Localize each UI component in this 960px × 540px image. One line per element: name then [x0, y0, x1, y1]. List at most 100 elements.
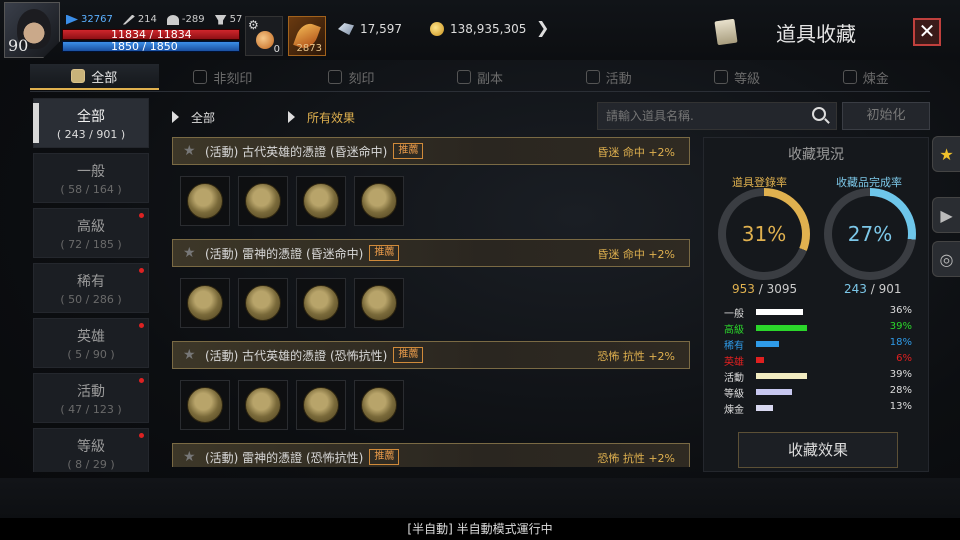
- list-item: ★ (活動) 古代英雄的憑證 (恐怖抗性) 推薦 恐怖 抗性 +2%: [172, 341, 692, 443]
- sidebar-item-label: 高級: [77, 219, 105, 235]
- tab-dungeon[interactable]: 副本: [416, 64, 545, 90]
- item-slot[interactable]: [296, 278, 346, 328]
- entry-header[interactable]: ★ (活動) 古代英雄的憑證 (恐怖抗性) 推薦 恐怖 抗性 +2%: [172, 341, 690, 369]
- sidebar-item-level[interactable]: 等級 ( 8 / 29 ): [33, 428, 149, 472]
- sidebar-item-hero[interactable]: 英雄 ( 5 / 90 ): [33, 318, 149, 368]
- reset-button[interactable]: 初始化: [842, 102, 930, 130]
- entry-effect: 昏迷 命中 +2%: [597, 146, 675, 159]
- tab-label: 活動: [605, 71, 632, 87]
- entry-header[interactable]: ★ (活動) 雷神的憑證 (昏迷命中) 推薦 昏迷 命中 +2%: [172, 239, 690, 267]
- chevron-right-icon[interactable]: ❯: [536, 18, 549, 37]
- stat-power-value: 32767: [81, 14, 113, 25]
- sidebar-item-all[interactable]: 全部 ( 243 / 901 ): [33, 98, 149, 148]
- collection-effect-button[interactable]: 收藏效果: [738, 432, 898, 468]
- book-icon: [714, 18, 738, 46]
- medal-icon: [303, 285, 339, 321]
- tab-label: 副本: [477, 71, 504, 87]
- completion-percent: 27%: [847, 222, 893, 246]
- completion-total: / 901: [866, 282, 902, 296]
- entry-header[interactable]: ★ (活動) 雷神的憑證 (恐怖抗性) 推薦 恐怖 抗性 +2%: [172, 443, 690, 467]
- tab-alchemy[interactable]: 煉金: [801, 64, 930, 90]
- power-icon: [66, 14, 78, 25]
- collection-list[interactable]: ★ (活動) 古代英雄的憑證 (昏迷命中) 推薦 昏迷 命中 +2% ★ (活動) 雷神…: [172, 137, 692, 467]
- tab-label: 煉金: [862, 71, 889, 87]
- feather-slot[interactable]: 2873: [288, 16, 326, 56]
- search-icon[interactable]: [812, 107, 826, 121]
- item-slots: [172, 165, 692, 239]
- grade-row: 活動 39%: [724, 368, 920, 384]
- panel-title: 收藏現況: [788, 147, 844, 163]
- potion-icon: [256, 31, 274, 49]
- search-input[interactable]: [597, 102, 837, 130]
- sidebar: 全部 ( 243 / 901 ) 一般 ( 58 / 164 ) 高級 ( 72 / …: [33, 98, 151, 472]
- sidebar-item-advanced[interactable]: 高級 ( 72 / 185 ): [33, 208, 149, 258]
- tab-level[interactable]: 等級: [673, 64, 802, 90]
- gear-icon[interactable]: ⚙: [248, 18, 259, 32]
- player-stats: 32767 214 -289 57: [66, 14, 242, 25]
- play-button[interactable]: ▶: [932, 197, 960, 233]
- list-item: ★ (活動) 雷神的憑證 (恐怖抗性) 推薦 恐怖 抗性 +2%: [172, 443, 692, 467]
- category-filter[interactable]: 全部: [172, 106, 215, 128]
- swirl-button[interactable]: ◎: [932, 241, 960, 277]
- item-slot[interactable]: [238, 176, 288, 226]
- potion-count: 0: [273, 44, 280, 55]
- grade-bar: [756, 405, 773, 411]
- feather-count: 2873: [296, 43, 322, 54]
- star-icon[interactable]: ★: [183, 348, 197, 362]
- sidebar-item-label: 稀有: [77, 274, 105, 290]
- tab-label: 非刻印: [213, 71, 253, 87]
- trophy-icon: [214, 14, 227, 25]
- level-icon: [714, 70, 729, 84]
- sidebar-item-rare[interactable]: 稀有 ( 50 / 286 ): [33, 263, 149, 313]
- star-icon[interactable]: ★: [183, 450, 197, 464]
- close-button[interactable]: ✕: [913, 18, 941, 46]
- notification-dot: [139, 268, 144, 273]
- medal-icon: [187, 285, 223, 321]
- star-icon[interactable]: ★: [183, 246, 197, 260]
- tab-engrave[interactable]: 刻印: [287, 64, 416, 90]
- entry-header[interactable]: ★ (活動) 古代英雄的憑證 (昏迷命中) 推薦 昏迷 命中 +2%: [172, 137, 690, 165]
- item-slot[interactable]: [354, 380, 404, 430]
- item-slot[interactable]: [296, 176, 346, 226]
- sidebar-item-count: ( 50 / 286 ): [60, 293, 122, 306]
- sidebar-item-count: ( 5 / 90 ): [67, 348, 115, 361]
- grade-percent: 36%: [889, 305, 912, 316]
- grade-percent: 28%: [889, 385, 912, 396]
- tab-non-engrave[interactable]: 非刻印: [159, 64, 288, 90]
- recommend-badge: 推薦: [369, 449, 400, 465]
- tab-all[interactable]: 全部: [30, 64, 159, 90]
- star-icon[interactable]: ★: [183, 144, 197, 158]
- sidebar-item-label: 全部: [77, 109, 105, 125]
- grade-percent: 13%: [889, 401, 912, 412]
- grade-row: 煉金 13%: [724, 400, 920, 416]
- grade-label: 英雄: [724, 357, 744, 368]
- registration-total: / 3095: [754, 282, 798, 296]
- entry-name: (活動) 雷神的憑證 (昏迷命中): [205, 246, 364, 261]
- item-slot[interactable]: [180, 380, 230, 430]
- grade-row: 等級 28%: [724, 384, 920, 400]
- item-slot[interactable]: [354, 278, 404, 328]
- sidebar-item-event[interactable]: 活動 ( 47 / 123 ): [33, 373, 149, 423]
- helmet-icon: [166, 14, 179, 25]
- sidebar-item-normal[interactable]: 一般 ( 58 / 164 ): [33, 153, 149, 203]
- grade-label: 活動: [724, 373, 744, 384]
- effect-filter[interactable]: 所有效果: [288, 106, 355, 128]
- grade-percent: 18%: [889, 337, 912, 348]
- item-slot[interactable]: [238, 278, 288, 328]
- item-slot[interactable]: [180, 176, 230, 226]
- item-slot[interactable]: [296, 380, 346, 430]
- sidebar-item-label: 一般: [77, 164, 105, 180]
- grade-bar: [756, 389, 793, 395]
- tab-event[interactable]: 活動: [544, 64, 673, 90]
- grade-label: 一般: [724, 309, 744, 320]
- sidebar-item-label: 等級: [77, 439, 105, 455]
- swirl-icon: ◎: [939, 249, 954, 269]
- item-slot[interactable]: [238, 380, 288, 430]
- entry-effect: 恐怖 抗性 +2%: [597, 350, 675, 363]
- hp-bar: 11834 / 11834: [62, 28, 240, 41]
- item-slot[interactable]: [180, 278, 230, 328]
- potion-slot[interactable]: ⚙ 0: [245, 16, 283, 56]
- item-slot[interactable]: [354, 176, 404, 226]
- favorite-star-button[interactable]: ★: [932, 136, 960, 172]
- medal-icon: [303, 387, 339, 423]
